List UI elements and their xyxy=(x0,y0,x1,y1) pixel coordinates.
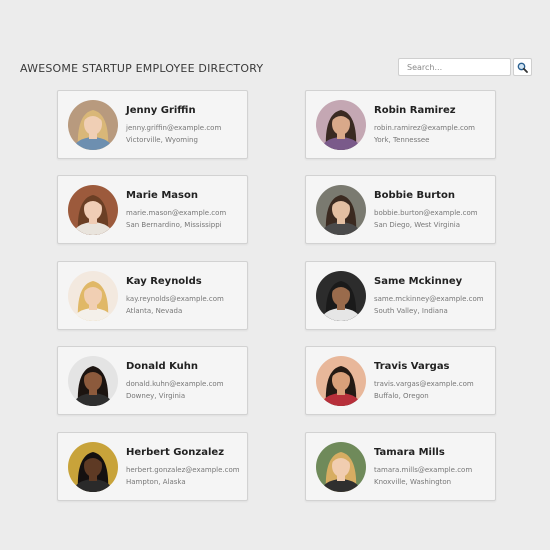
avatar-photo xyxy=(68,185,118,235)
employee-email: robin.ramirez@example.com xyxy=(374,124,475,132)
employee-card[interactable]: Robin Ramirez robin.ramirez@example.com Yo… xyxy=(305,90,496,159)
employee-info: Travis Vargas travis.vargas@example.com Bu… xyxy=(374,361,491,402)
employee-card[interactable]: Donald Kuhn donald.kuhn@example.com Downey… xyxy=(57,346,248,415)
employee-name: Kay Reynolds xyxy=(126,276,202,287)
employee-info: Donald Kuhn donald.kuhn@example.com Downey… xyxy=(126,361,243,402)
avatar-photo xyxy=(316,185,366,235)
employee-email: travis.vargas@example.com xyxy=(374,380,474,388)
employee-card[interactable]: Kay Reynolds kay.reynolds@example.com Atla… xyxy=(57,261,248,330)
avatar-photo xyxy=(68,442,118,492)
avatar xyxy=(68,356,118,406)
avatar xyxy=(316,185,366,235)
avatar xyxy=(316,100,366,150)
magnifier-icon xyxy=(517,62,528,73)
employee-location: Knoxville, Washington xyxy=(374,478,452,486)
employee-email: kay.reynolds@example.com xyxy=(126,295,224,303)
avatar xyxy=(68,271,118,321)
employee-info: Bobbie Burton bobbie.burton@example.com Sa… xyxy=(374,190,491,231)
avatar-photo xyxy=(316,356,366,406)
employee-email: bobbie.burton@example.com xyxy=(374,209,478,217)
employee-email: jenny.griffin@example.com xyxy=(126,124,222,132)
search-input[interactable] xyxy=(398,58,511,76)
employee-email: herbert.gonzalez@example.com xyxy=(126,466,240,474)
employee-card[interactable]: Same Mckinney same.mckinney@example.com So… xyxy=(305,261,496,330)
avatar xyxy=(316,356,366,406)
avatar xyxy=(316,271,366,321)
page-title: AWESOME STARTUP EMPLOYEE DIRECTORY xyxy=(20,62,264,75)
employee-name: Travis Vargas xyxy=(374,361,450,372)
avatar-photo xyxy=(68,271,118,321)
employee-name: Herbert Gonzalez xyxy=(126,447,225,458)
employee-location: Atlanta, Nevada xyxy=(126,307,183,315)
avatar xyxy=(68,442,118,492)
employee-name: Donald Kuhn xyxy=(126,361,199,372)
employee-email: same.mckinney@example.com xyxy=(374,295,484,303)
employee-name: Same Mckinney xyxy=(374,276,463,287)
avatar xyxy=(316,442,366,492)
employee-card[interactable]: Bobbie Burton bobbie.burton@example.com Sa… xyxy=(305,175,496,244)
employee-email: donald.kuhn@example.com xyxy=(126,380,224,388)
employee-info: Herbert Gonzalez herbert.gonzalez@example… xyxy=(126,447,243,488)
employee-location: San Bernardino, Mississippi xyxy=(126,221,222,229)
employee-card[interactable]: Jenny Griffin jenny.griffin@example.com Vi… xyxy=(57,90,248,159)
employee-location: Victorville, Wyoming xyxy=(126,136,198,144)
employee-info: Kay Reynolds kay.reynolds@example.com Atla… xyxy=(126,276,243,317)
employee-location: Hampton, Alaska xyxy=(126,478,186,486)
employee-card[interactable]: Marie Mason marie.mason@example.com San Be… xyxy=(57,175,248,244)
employee-location: San Diego, West Virginia xyxy=(374,221,461,229)
employee-info: Jenny Griffin jenny.griffin@example.com Vi… xyxy=(126,105,243,146)
employee-name: Tamara Mills xyxy=(374,447,445,458)
employee-info: Same Mckinney same.mckinney@example.com So… xyxy=(374,276,491,317)
employee-info: Robin Ramirez robin.ramirez@example.com Yo… xyxy=(374,105,491,146)
employee-email: marie.mason@example.com xyxy=(126,209,227,217)
search-form xyxy=(398,58,532,76)
employee-info: Tamara Mills tamara.mills@example.com Knox… xyxy=(374,447,491,488)
avatar xyxy=(68,185,118,235)
avatar-photo xyxy=(68,100,118,150)
avatar-photo xyxy=(68,356,118,406)
employee-location: Downey, Virginia xyxy=(126,392,186,400)
employee-name: Robin Ramirez xyxy=(374,105,456,116)
employee-name: Jenny Griffin xyxy=(126,105,196,116)
avatar-photo xyxy=(316,100,366,150)
employee-location: York, Tennessee xyxy=(374,136,430,144)
avatar xyxy=(68,100,118,150)
employee-location: South Valley, Indiana xyxy=(374,307,448,315)
employee-info: Marie Mason marie.mason@example.com San Be… xyxy=(126,190,243,231)
employee-email: tamara.mills@example.com xyxy=(374,466,473,474)
employee-name: Marie Mason xyxy=(126,190,198,201)
employee-card[interactable]: Tamara Mills tamara.mills@example.com Knox… xyxy=(305,432,496,501)
employee-name: Bobbie Burton xyxy=(374,190,455,201)
employee-card[interactable]: Travis Vargas travis.vargas@example.com Bu… xyxy=(305,346,496,415)
search-button[interactable] xyxy=(513,58,532,76)
employee-card[interactable]: Herbert Gonzalez herbert.gonzalez@example… xyxy=(57,432,248,501)
avatar-photo xyxy=(316,442,366,492)
avatar-photo xyxy=(316,271,366,321)
employee-location: Buffalo, Oregon xyxy=(374,392,429,400)
